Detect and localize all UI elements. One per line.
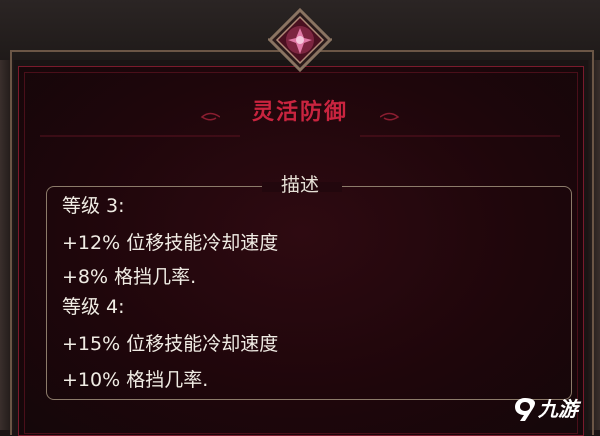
9game-logo-icon (515, 398, 535, 421)
level-3-block: +8% 格挡几率. (62, 266, 197, 288)
watermark-logo: 九游 (512, 394, 596, 424)
title-divider (40, 135, 560, 137)
description-label: 描述 (280, 174, 319, 196)
skill-emblem-icon (268, 8, 332, 72)
right-flourish-icon (380, 112, 400, 121)
skill-title-area: 灵活防御 (200, 96, 400, 134)
skill-title: 灵活防御 (251, 100, 348, 125)
left-flourish-icon (200, 112, 220, 121)
level-3-heading: 等级 3: (62, 195, 125, 217)
watermark-text: 九游 (538, 397, 578, 421)
level-4-cooldown: +15% 位移技能冷却速度 (62, 333, 279, 355)
level-4-heading: 等级 4: (62, 296, 125, 318)
level-4-block: +10% 格挡几率. (62, 369, 209, 391)
level-3-cooldown: +12% 位移技能冷却速度 (62, 232, 279, 254)
